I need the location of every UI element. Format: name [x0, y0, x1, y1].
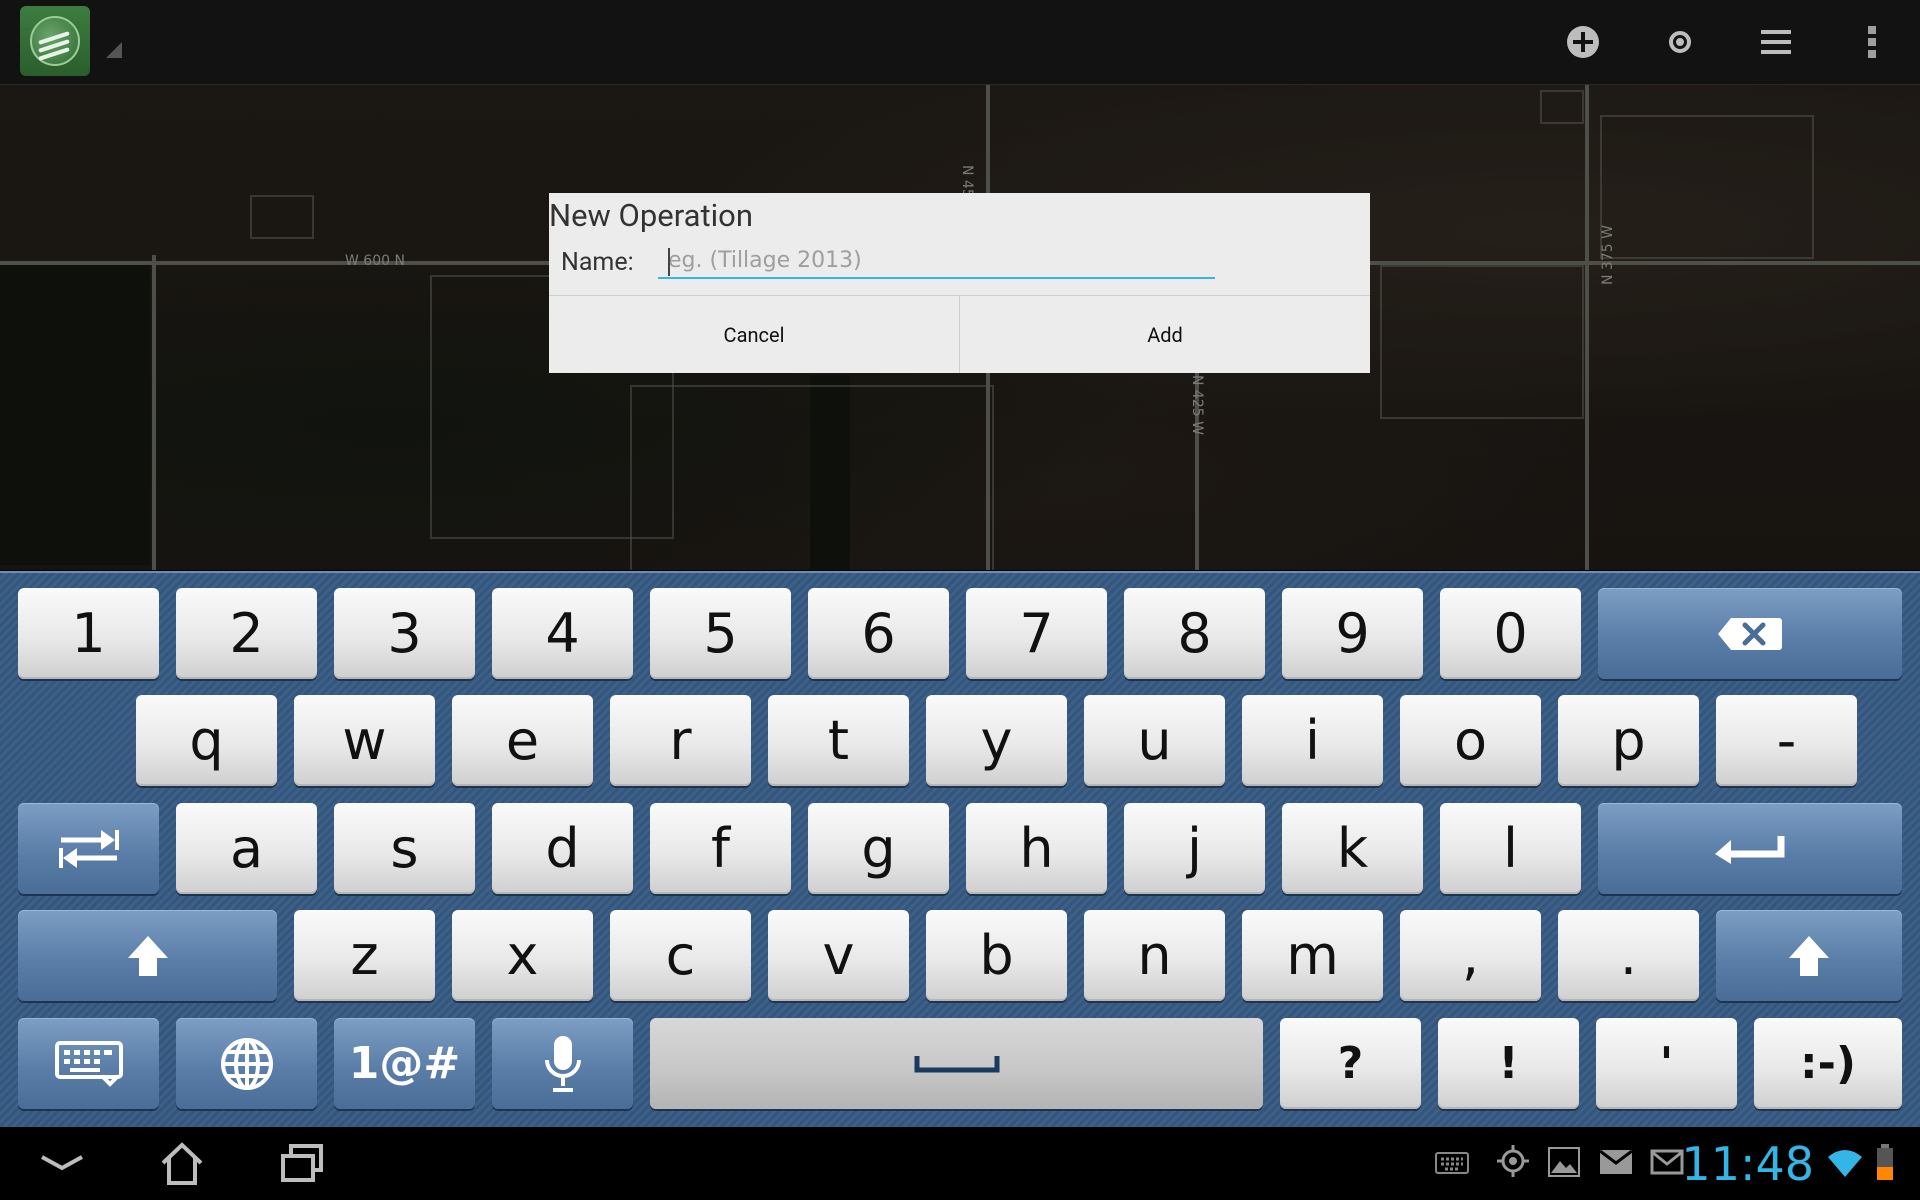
status-clock: 11:48	[1681, 1137, 1814, 1191]
key-w[interactable]: w	[294, 695, 435, 786]
key-u[interactable]: u	[1084, 695, 1225, 786]
key-b[interactable]: b	[926, 910, 1067, 1001]
back-icon[interactable]	[34, 1135, 90, 1191]
key-j[interactable]: j	[1124, 803, 1265, 894]
add-button[interactable]: Add	[960, 296, 1370, 373]
key-apostrophe[interactable]: '	[1596, 1018, 1737, 1109]
key-5[interactable]: 5	[650, 588, 791, 679]
shift-key-right[interactable]	[1716, 910, 1902, 1001]
tab-key[interactable]	[18, 803, 159, 894]
keyboard-status-icon	[1435, 1152, 1469, 1174]
tab-arrows-icon	[58, 829, 119, 868]
key-k[interactable]: k	[1282, 803, 1423, 894]
action-bar	[0, 0, 1920, 85]
key-d[interactable]: d	[492, 803, 633, 894]
space-bar-icon	[914, 1055, 999, 1072]
key-0[interactable]: 0	[1440, 588, 1581, 679]
key-f[interactable]: f	[650, 803, 791, 894]
gmail-icon	[1599, 1149, 1633, 1174]
app-logo-icon[interactable]	[20, 6, 90, 76]
key-o[interactable]: o	[1400, 695, 1541, 786]
wifi-icon	[1828, 1150, 1862, 1177]
plus-circle-icon[interactable]	[1561, 20, 1605, 64]
key-t[interactable]: t	[768, 695, 909, 786]
shift-up-icon	[127, 935, 168, 976]
key-y[interactable]: y	[926, 695, 1067, 786]
recent-apps-icon[interactable]	[274, 1135, 330, 1191]
key-h[interactable]: h	[966, 803, 1107, 894]
backspace-key[interactable]	[1598, 588, 1902, 679]
shift-key-left[interactable]	[18, 910, 277, 1001]
system-bar: 11:48	[0, 1127, 1920, 1200]
keyboard-hide-icon	[54, 1040, 123, 1087]
shift-up-icon	[1789, 935, 1829, 976]
key-6[interactable]: 6	[808, 588, 949, 679]
key-g[interactable]: g	[808, 803, 949, 894]
key-hyphen[interactable]: -	[1716, 695, 1857, 786]
key-period[interactable]: .	[1558, 910, 1699, 1001]
microphone-icon	[544, 1035, 581, 1092]
key-smiley[interactable]: :-)	[1754, 1018, 1902, 1109]
app-menu-caret-icon[interactable]	[106, 42, 122, 58]
name-input[interactable]	[658, 243, 1215, 279]
dialog-title: New Operation	[549, 197, 753, 234]
key-9[interactable]: 9	[1282, 588, 1423, 679]
key-m[interactable]: m	[1242, 910, 1383, 1001]
key-p[interactable]: p	[1558, 695, 1699, 786]
enter-key[interactable]	[1598, 803, 1902, 894]
key-question[interactable]: ?	[1280, 1018, 1421, 1109]
home-icon[interactable]	[154, 1135, 210, 1191]
key-exclamation[interactable]: !	[1438, 1018, 1579, 1109]
backspace-icon	[1718, 617, 1782, 650]
key-v[interactable]: v	[768, 910, 909, 1001]
enter-icon	[1715, 835, 1785, 864]
key-s[interactable]: s	[334, 803, 475, 894]
overflow-menu-icon[interactable]	[1850, 20, 1894, 64]
key-x[interactable]: x	[452, 910, 593, 1001]
key-i[interactable]: i	[1242, 695, 1383, 786]
gps-icon	[1497, 1145, 1529, 1177]
key-comma[interactable]: ,	[1400, 910, 1541, 1001]
key-3[interactable]: 3	[334, 588, 475, 679]
key-4[interactable]: 4	[492, 588, 633, 679]
globe-icon	[220, 1037, 273, 1090]
key-z[interactable]: z	[294, 910, 435, 1001]
email-icon	[1650, 1149, 1684, 1175]
text-cursor	[668, 248, 670, 276]
gallery-icon	[1548, 1147, 1580, 1177]
key-c[interactable]: c	[610, 910, 751, 1001]
key-1[interactable]: 1	[18, 588, 159, 679]
new-operation-dialog: New Operation Name: Cancel Add	[549, 193, 1370, 373]
key-7[interactable]: 7	[966, 588, 1107, 679]
key-q[interactable]: q	[136, 695, 277, 786]
hide-keyboard-key[interactable]	[18, 1018, 159, 1109]
key-2[interactable]: 2	[176, 588, 317, 679]
key-r[interactable]: r	[610, 695, 751, 786]
cancel-button[interactable]: Cancel	[549, 296, 959, 373]
battery-icon	[1877, 1144, 1893, 1180]
language-key[interactable]	[176, 1018, 317, 1109]
soft-keyboard: 1 2 3 4 5 6 7 8 9 0 q w e r t y u i o p …	[0, 571, 1920, 1129]
locate-icon[interactable]	[1658, 20, 1702, 64]
key-a[interactable]: a	[176, 803, 317, 894]
list-icon[interactable]	[1754, 20, 1798, 64]
symbols-key[interactable]: 1@#	[334, 1018, 475, 1109]
key-l[interactable]: l	[1440, 803, 1581, 894]
key-e[interactable]: e	[452, 695, 593, 786]
space-key[interactable]	[650, 1018, 1263, 1109]
key-n[interactable]: n	[1084, 910, 1225, 1001]
voice-input-key[interactable]	[492, 1018, 633, 1109]
name-label: Name:	[561, 248, 634, 277]
key-8[interactable]: 8	[1124, 588, 1265, 679]
